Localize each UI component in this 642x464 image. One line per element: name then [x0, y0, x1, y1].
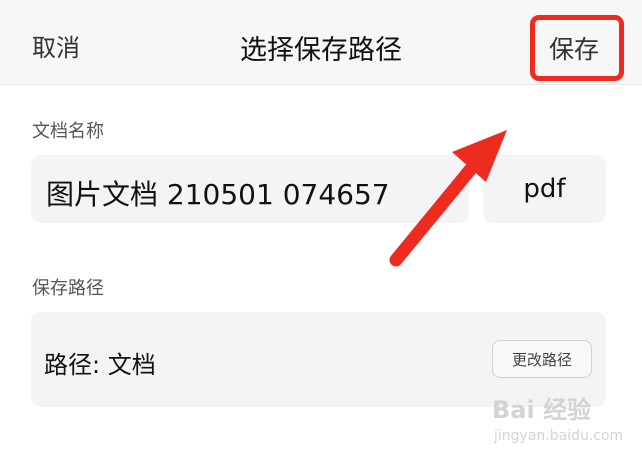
- change-path-button[interactable]: 更改路径: [492, 340, 592, 378]
- watermark-url: jingyan.baidu.com: [494, 428, 624, 444]
- save-button[interactable]: 保存: [549, 30, 599, 66]
- watermark-logo: Bai 经验 jingyan.baidu.com: [492, 390, 624, 460]
- file-extension-value: pdf: [523, 174, 566, 204]
- save-path-value: 路径: 文档: [44, 351, 156, 379]
- watermark-brand: Bai 经验: [492, 396, 592, 424]
- file-extension-field[interactable]: pdf: [483, 155, 606, 223]
- nav-header: 取消 选择保存路径 保存: [0, 0, 642, 85]
- document-name-field[interactable]: 图片文档 210501 074657: [31, 155, 469, 223]
- document-name-label: 文档名称: [32, 121, 104, 142]
- save-path-label: 保存路径: [32, 278, 104, 299]
- document-name-value: 图片文档 210501 074657: [46, 178, 390, 211]
